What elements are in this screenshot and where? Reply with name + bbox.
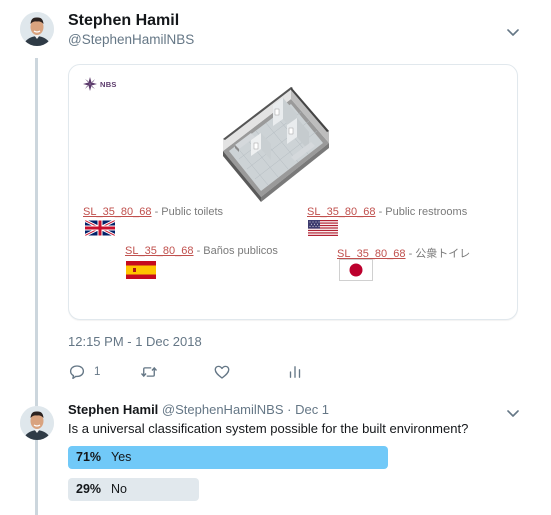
poll-percent: 29% (76, 482, 102, 496)
poll-choice: No (111, 482, 128, 496)
reply-count: 1 (94, 366, 101, 378)
analytics-icon (289, 366, 301, 378)
poll-percent: 71% (76, 450, 102, 464)
classification-code-link[interactable]: SL_35_80_68 (83, 206, 152, 218)
poll-choice: Yes (111, 450, 132, 464)
nbs-logo: NBS (83, 77, 117, 91)
media-card[interactable]: NBS SL_35_80_68 - Public toilets SL_35_8… (68, 64, 518, 320)
author-name[interactable]: Stephen Hamil (68, 12, 179, 30)
toilet-model-image (223, 87, 329, 202)
poll-option-no[interactable]: 29% No (68, 478, 199, 501)
tweet-actions: 1 (68, 363, 328, 381)
tweet-text: Is a universal classification system pos… (68, 421, 469, 436)
tweet-date[interactable]: Dec 1 (295, 402, 329, 417)
second-tweet-header: Stephen Hamil @StephenHamilNBS · Dec 1 (68, 402, 329, 417)
avatar[interactable] (20, 406, 54, 440)
poll-option-label: 29% No (76, 482, 127, 496)
author-name[interactable]: Stephen Hamil (68, 402, 158, 417)
uk-flag-icon (85, 220, 115, 236)
chevron-down-icon[interactable] (505, 24, 521, 40)
chevron-down-icon[interactable] (505, 405, 521, 421)
thread-line (35, 58, 38, 515)
classification-name: - Baños publicos (193, 245, 278, 257)
classification-label-us[interactable]: SL_35_80_68 - Public restrooms (307, 206, 467, 218)
japan-flag-icon (339, 259, 373, 281)
retweet-button[interactable] (140, 363, 166, 381)
header-separator: · (283, 402, 296, 417)
classification-name: - 公衆トイレ (405, 248, 471, 260)
reply-icon (69, 365, 85, 380)
author-handle[interactable]: @StephenHamilNBS (162, 402, 284, 417)
reply-button[interactable]: 1 (68, 363, 100, 381)
spain-flag-icon (126, 261, 156, 279)
avatar[interactable] (20, 12, 54, 46)
us-flag-icon (308, 220, 338, 236)
tweet-timestamp[interactable]: 12:15 PM - 1 Dec 2018 (68, 334, 202, 349)
classification-code-link[interactable]: SL_35_80_68 (125, 245, 194, 257)
classification-label-es[interactable]: SL_35_80_68 - Baños publicos (125, 245, 278, 257)
classification-code-link[interactable]: SL_35_80_68 (307, 206, 376, 218)
classification-label-uk[interactable]: SL_35_80_68 - Public toilets (83, 206, 223, 218)
classification-name: - Public toilets (151, 206, 224, 218)
author-handle[interactable]: @StephenHamilNBS (68, 32, 194, 47)
poll-option-yes[interactable]: 71% Yes (68, 446, 388, 469)
analytics-button[interactable] (286, 363, 304, 381)
nbs-logo-icon (83, 77, 97, 91)
retweet-icon (140, 366, 158, 378)
poll-option-label: 71% Yes (76, 450, 131, 464)
nbs-logo-text: NBS (100, 79, 117, 89)
like-button[interactable] (213, 363, 239, 381)
classification-name: - Public restrooms (375, 206, 468, 218)
heart-icon (214, 365, 230, 379)
